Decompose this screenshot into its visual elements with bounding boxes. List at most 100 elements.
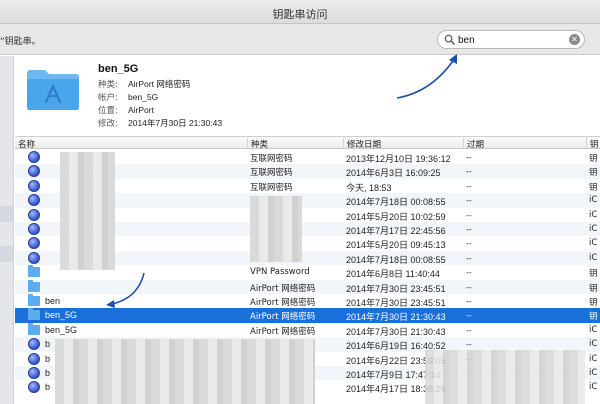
row-date: 2014年7月18日 00:08:55 bbox=[346, 197, 446, 208]
table-header: 名称 种类 修改日期 过期 钥 bbox=[15, 136, 600, 150]
row-keychain: 钥 bbox=[589, 312, 598, 323]
row-expires: -- bbox=[466, 267, 472, 278]
row-name: b bbox=[45, 353, 51, 364]
row-keychain: 钥 bbox=[589, 298, 598, 308]
row-name: b bbox=[45, 382, 51, 393]
folder-icon bbox=[28, 294, 40, 307]
row-date: 2014年5月20日 10:02:59 bbox=[346, 211, 446, 222]
row-date: 2014年6月8日 11:40:44 bbox=[346, 269, 440, 280]
row-kind: 互联网密码 bbox=[250, 168, 293, 179]
row-keychain: iC bbox=[589, 209, 598, 220]
column-header-expires[interactable]: 过期 bbox=[463, 138, 484, 150]
annotation-arrow-row bbox=[106, 272, 145, 308]
globe-icon bbox=[28, 237, 40, 250]
row-expires: -- bbox=[466, 166, 472, 177]
row-kind: AirPort 网络密码 bbox=[250, 283, 316, 294]
globe-icon bbox=[28, 165, 40, 178]
detail-account: 帐户: ben_5G bbox=[98, 92, 159, 103]
globe-icon bbox=[28, 223, 40, 235]
redacted-area bbox=[425, 350, 585, 404]
row-keychain: iC bbox=[589, 195, 598, 206]
row-date: 2014年6月3日 16:09:25 bbox=[346, 168, 441, 179]
detail-title: ben_5G bbox=[98, 63, 139, 75]
table-row[interactable]: ben_5G AirPort 网络密码 2014年7月30日 21:30:43 -- i… bbox=[15, 322, 600, 337]
row-date: 2014年7月30日 23:45:51 bbox=[346, 283, 446, 294]
row-kind: AirPort 网络密码 bbox=[250, 312, 316, 323]
row-name: b bbox=[45, 368, 51, 378]
annotation-arrow-search bbox=[396, 54, 457, 99]
row-name: ben_5G bbox=[45, 324, 78, 335]
row-kind: 互联网密码 bbox=[250, 154, 293, 164]
column-header-name[interactable]: 名称 bbox=[15, 138, 35, 150]
column-header-keychain[interactable]: 钥 bbox=[586, 138, 599, 150]
globe-icon bbox=[28, 381, 40, 394]
globe-icon bbox=[28, 179, 40, 192]
row-expires: -- bbox=[466, 209, 472, 220]
redacted-area bbox=[250, 196, 302, 262]
folder-icon bbox=[28, 308, 40, 321]
sidebar-item[interactable] bbox=[0, 206, 13, 222]
column-header-kind[interactable]: 种类 bbox=[247, 138, 268, 150]
row-keychain: iC bbox=[589, 353, 598, 364]
search-field[interactable]: ✕ bbox=[437, 30, 585, 49]
row-kind: 互联网密码 bbox=[250, 182, 293, 193]
clear-icon[interactable]: ✕ bbox=[569, 34, 580, 45]
detail-kind: 种类: AirPort 网络密码 bbox=[98, 79, 191, 90]
window-titlebar: 钥匙串访问 bbox=[0, 0, 600, 24]
row-date: 2014年7月17日 22:45:56 bbox=[346, 226, 446, 236]
row-date: 2014年7月30日 21:30:43 bbox=[346, 312, 446, 323]
row-keychain: iC bbox=[589, 368, 598, 378]
row-name: b bbox=[45, 339, 51, 350]
row-expires: -- bbox=[466, 195, 472, 206]
globe-icon bbox=[28, 251, 40, 264]
row-expires: -- bbox=[466, 252, 472, 263]
window-title: 钥匙串访问 bbox=[272, 8, 328, 21]
row-keychain: 钥 bbox=[589, 283, 598, 294]
row-keychain: 钥 bbox=[589, 154, 598, 164]
row-kind: VPN Password bbox=[250, 267, 310, 278]
row-date: 今天, 18:53 bbox=[346, 182, 392, 193]
row-date: 2014年7月30日 21:30:43 bbox=[346, 326, 446, 337]
toolbar: “钥匙串。 ✕ bbox=[0, 24, 600, 55]
detail-modified: 修改: 2014年7月30日 21:30:43 bbox=[98, 118, 223, 129]
search-input[interactable] bbox=[458, 33, 568, 47]
sidebar-item[interactable] bbox=[0, 246, 13, 262]
globe-icon bbox=[28, 367, 40, 379]
row-kind: AirPort 网络密码 bbox=[250, 298, 316, 308]
row-expires: -- bbox=[466, 238, 472, 249]
globe-icon bbox=[28, 151, 40, 163]
toolbar-hint: “钥匙串。 bbox=[0, 37, 41, 47]
search-icon bbox=[444, 34, 455, 45]
detail-location: 位置: AirPort bbox=[98, 105, 154, 116]
row-kind: AirPort 网络密码 bbox=[250, 326, 316, 337]
folder-icon bbox=[28, 279, 40, 293]
globe-icon bbox=[28, 208, 40, 221]
row-keychain: iC bbox=[589, 238, 598, 249]
row-date: 2014年5月20日 09:45:13 bbox=[346, 240, 446, 251]
row-date: 2013年12月10日 19:36:12 bbox=[346, 154, 451, 164]
row-keychain: iC bbox=[589, 324, 598, 335]
table-row-selected[interactable]: ben_5G AirPort 网络密码 2014年7月30日 21:30:43 -- 钥 bbox=[15, 308, 600, 323]
folder-icon bbox=[28, 322, 40, 336]
row-expires: -- bbox=[466, 281, 472, 292]
row-expires: -- bbox=[466, 180, 472, 191]
globe-icon bbox=[28, 338, 40, 351]
row-date: 2014年7月30日 23:45:51 bbox=[346, 298, 446, 308]
row-keychain: iC bbox=[589, 382, 598, 393]
row-keychain: iC bbox=[589, 224, 598, 234]
column-header-date[interactable]: 修改日期 bbox=[343, 138, 381, 150]
row-keychain: 钥 bbox=[589, 168, 598, 179]
row-expires: -- bbox=[466, 224, 472, 234]
sidebar bbox=[0, 56, 14, 404]
row-keychain: 钥 bbox=[589, 269, 598, 280]
row-expires: -- bbox=[466, 296, 472, 306]
globe-icon bbox=[28, 352, 40, 365]
row-keychain: 钥 bbox=[589, 182, 598, 193]
airport-folder-icon bbox=[27, 70, 79, 110]
redacted-area bbox=[60, 152, 115, 270]
detail-panel: ben_5G 种类: AirPort 网络密码 帐户: ben_5G 位置: AirP… bbox=[15, 56, 600, 136]
row-name: ben bbox=[45, 296, 61, 306]
row-keychain: iC bbox=[589, 252, 598, 263]
folder-icon bbox=[28, 265, 40, 278]
row-expires: -- bbox=[466, 339, 472, 350]
